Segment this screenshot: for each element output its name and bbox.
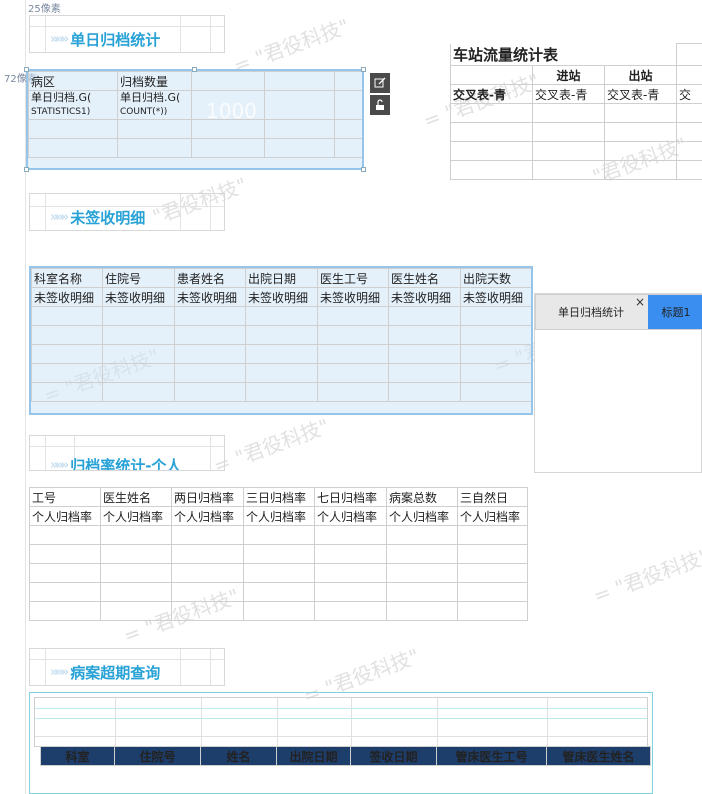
crosstab-cell[interactable]: 交叉表-青 — [450, 84, 533, 104]
watermark: = "君役科技" — [230, 13, 353, 78]
resize-handle[interactable] — [24, 167, 29, 172]
table-header-cell[interactable]: 医生工号 — [317, 268, 389, 288]
table-cell[interactable]: 个人归档率 — [243, 506, 315, 526]
table-cell[interactable]: 个人归档率 — [457, 506, 528, 526]
table-header-cell[interactable]: 患者姓名 — [174, 268, 246, 288]
unsigned-detail-table[interactable]: 科室名称 住院号 患者姓名 出院日期 医生工号 医生姓名 出院天数 未签收明细 … — [29, 266, 533, 415]
element-toolbar — [370, 73, 390, 115]
station-subheader[interactable]: 进站 — [532, 65, 605, 85]
section-title: 病案超期查询 — [70, 664, 161, 682]
daily-archive-table[interactable]: 病区 归档数量 单日归档.G(STATISTICS1) 单日归档.G(COUNT… — [26, 69, 364, 170]
section-title: 单日归档统计 — [70, 31, 161, 49]
table-header-cell[interactable]: 出院天数 — [460, 268, 532, 288]
table-header-cell[interactable]: 住院号 — [114, 746, 201, 766]
resize-handle[interactable] — [361, 67, 366, 72]
table-header-cell[interactable]: 住院号 — [102, 268, 175, 288]
table-header-cell[interactable]: 两日归档率 — [171, 487, 244, 507]
section-title-block[interactable]: »»» 单日归档统计 — [29, 15, 225, 53]
table-cell[interactable]: 个人归档率 — [29, 506, 101, 526]
chevron-decoration-icon: »»» — [50, 210, 69, 225]
crosstab-cell[interactable]: 交 — [676, 84, 702, 104]
watermark: = "君役科技" — [210, 413, 333, 478]
table-header-cell[interactable]: 病区 — [28, 71, 118, 91]
resize-handle[interactable] — [192, 67, 197, 72]
table-header-cell[interactable]: 签收日期 — [350, 746, 437, 766]
table-cell[interactable]: 个人归档率 — [100, 506, 172, 526]
table-cell[interactable]: 单日归档.G(COUNT(*)) — [117, 90, 192, 120]
table-cell[interactable]: 未签收明细 — [245, 287, 318, 307]
table-cell[interactable]: 未签收明细 — [31, 287, 103, 307]
section-title-block[interactable]: »»» 病案超期查询 — [29, 648, 225, 686]
resize-handle[interactable] — [24, 67, 29, 72]
section-title: 归档率统计-个人 — [70, 457, 182, 471]
tab-title1[interactable]: 标题1 — [648, 295, 702, 329]
table-cell[interactable]: 个人归档率 — [171, 506, 244, 526]
close-icon[interactable]: × — [635, 295, 645, 309]
table-header-cell[interactable]: 出院日期 — [276, 746, 351, 766]
table-header-cell[interactable]: 三日归档率 — [243, 487, 315, 507]
table-cell[interactable]: 未签收明细 — [174, 287, 246, 307]
section-title: 未签收明细 — [70, 209, 146, 227]
personal-archive-rate-table[interactable]: 工号 医生姓名 两日归档率 三日归档率 七日归档率 病案总数 三自然日 个人归档… — [29, 487, 528, 636]
tab-panel: 单日归档统计 × 标题1 — [534, 293, 702, 473]
table-header-cell[interactable]: 科室 — [40, 746, 115, 766]
table-header-cell[interactable]: 医生姓名 — [388, 268, 461, 288]
chevron-decoration-icon: »»» — [50, 665, 69, 680]
station-table-title[interactable]: 车站流量统计表 — [450, 43, 677, 66]
resize-handle[interactable] — [361, 167, 366, 172]
table-header-cell[interactable]: 医生姓名 — [100, 487, 172, 507]
table-header-cell[interactable]: 出院日期 — [245, 268, 318, 288]
crosstab-cell[interactable]: 交叉表-青 — [604, 84, 677, 104]
table-header-cell[interactable]: 病案总数 — [386, 487, 458, 507]
watermark-number: 1000 — [206, 99, 257, 123]
section-title-block[interactable]: »»» 未签收明细 — [29, 193, 225, 231]
table-cell[interactable]: 未签收明细 — [388, 287, 461, 307]
crosstab-cell[interactable]: 交叉表-青 — [532, 84, 605, 104]
station-flow-table[interactable]: 车站流量统计表 进站 出站 交叉表-青 交叉表-青 交叉表-青 交 — [450, 43, 702, 193]
tab-daily-archive[interactable]: 单日归档统计 — [536, 295, 646, 329]
left-ruler — [0, 0, 26, 794]
table-header-cell[interactable]: 工号 — [29, 487, 101, 507]
section-title-block[interactable]: »»» 归档率统计-个人 — [29, 435, 225, 471]
table-header-cell[interactable]: 三自然日 — [457, 487, 528, 507]
overdue-query-table[interactable]: 科室 住院号 姓名 出院日期 签收日期 管床医生工号 管床医生姓名 — [29, 692, 653, 794]
watermark: = "君役科技" — [590, 543, 702, 608]
table-header-cell[interactable]: 科室名称 — [31, 268, 103, 288]
table-cell[interactable]: 未签收明细 — [317, 287, 389, 307]
edit-icon[interactable] — [370, 73, 390, 93]
ruler-hint-top: 25像素 — [28, 4, 61, 15]
table-header-cell[interactable]: 归档数量 — [117, 71, 192, 91]
station-subheader[interactable]: 出站 — [604, 65, 677, 85]
chevron-decoration-icon: »»» — [50, 458, 69, 471]
table-header-cell[interactable]: 七日归档率 — [314, 487, 387, 507]
table-header-cell[interactable]: 管床医生姓名 — [546, 746, 651, 766]
table-header-cell[interactable]: 姓名 — [200, 746, 277, 766]
table-cell[interactable]: 未签收明细 — [102, 287, 175, 307]
table-header-cell[interactable]: 管床医生工号 — [436, 746, 547, 766]
table-cell[interactable]: 未签收明细 — [460, 287, 532, 307]
table-cell[interactable]: 个人归档率 — [314, 506, 387, 526]
table-cell[interactable]: 单日归档.G(STATISTICS1) — [28, 90, 118, 120]
unlock-icon[interactable] — [370, 95, 390, 115]
chevron-decoration-icon: »»» — [50, 32, 69, 47]
table-cell[interactable]: 个人归档率 — [386, 506, 458, 526]
tab-bar: 单日归档统计 × 标题1 — [535, 294, 702, 330]
